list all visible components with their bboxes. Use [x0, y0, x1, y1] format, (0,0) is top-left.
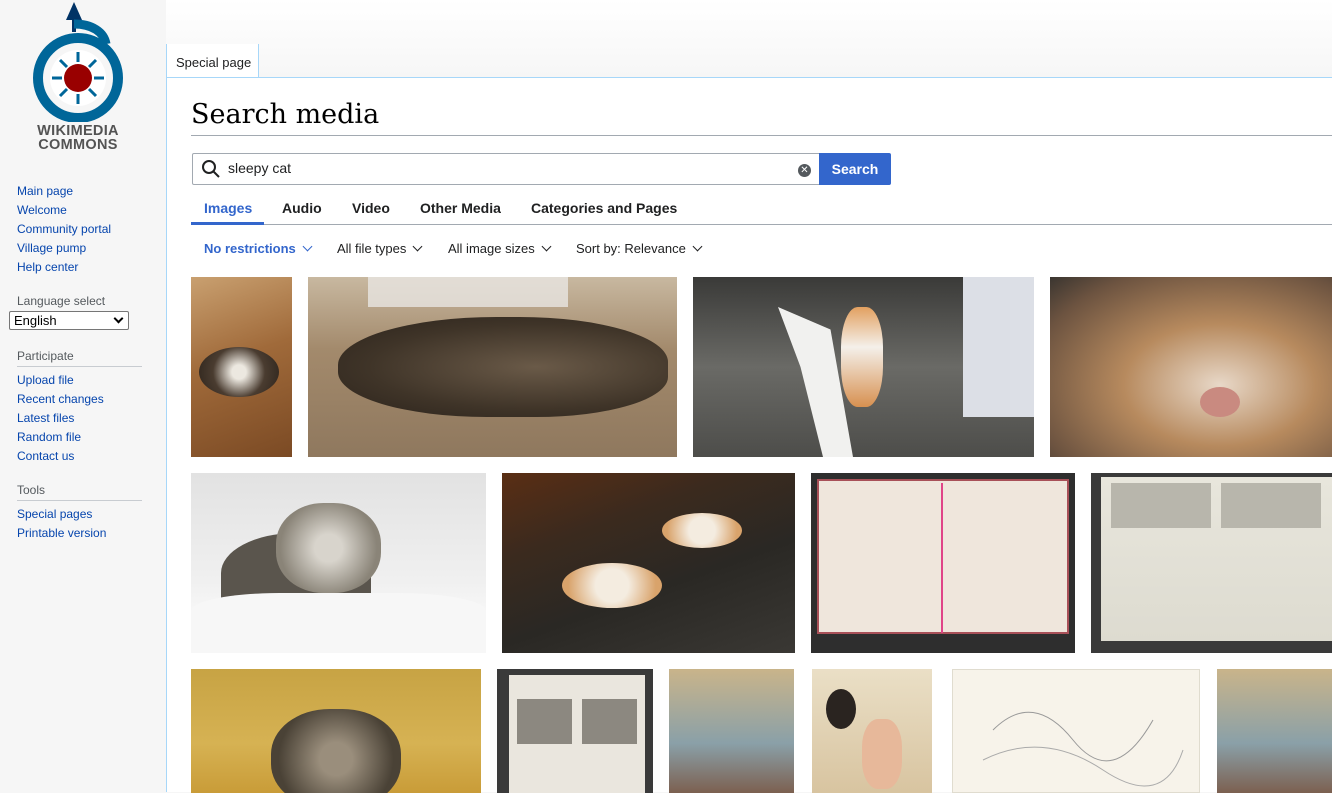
- page-tab-strip: Special page: [166, 0, 1332, 78]
- result-thumbnail[interactable]: [497, 669, 653, 793]
- filter-restrictions[interactable]: No restrictions: [204, 241, 313, 256]
- sidebar-item-welcome[interactable]: Welcome: [17, 201, 145, 220]
- sidebar-item-main-page[interactable]: Main page: [17, 182, 145, 201]
- page-title: Search media: [191, 99, 380, 130]
- tab-special-page[interactable]: Special page: [166, 44, 259, 78]
- search-input[interactable]: sleepy cat: [228, 160, 291, 176]
- main-content: Search media sleepy cat ✕ Search Images …: [166, 77, 1332, 793]
- participate-heading: Participate: [17, 349, 142, 367]
- sidebar-item-village-pump[interactable]: Village pump: [17, 239, 145, 258]
- result-thumbnail[interactable]: [952, 669, 1200, 793]
- title-divider: [191, 135, 1332, 136]
- active-tab-indicator: [191, 222, 264, 225]
- filter-file-types-label: All file types: [337, 241, 407, 256]
- chevron-down-icon: [541, 241, 552, 252]
- nav-main: Main page Welcome Community portal Villa…: [17, 182, 145, 277]
- filter-image-sizes-label: All image sizes: [448, 241, 535, 256]
- result-thumbnail[interactable]: [1217, 669, 1332, 793]
- result-thumbnail[interactable]: [502, 473, 795, 653]
- filter-file-types[interactable]: All file types: [337, 241, 423, 256]
- tab-audio[interactable]: Audio: [282, 200, 322, 216]
- result-thumbnail[interactable]: [1091, 473, 1332, 653]
- chevron-down-icon: [113, 313, 124, 324]
- nav-participate: Participate Upload file Recent changes L…: [17, 349, 145, 466]
- search-input-box[interactable]: sleepy cat ✕: [192, 153, 820, 185]
- filter-sort-label: Sort by: Relevance: [576, 241, 686, 256]
- filter-image-sizes[interactable]: All image sizes: [448, 241, 552, 256]
- chevron-down-icon: [692, 241, 703, 252]
- sketch-thumbnail-graphic: [982, 711, 1184, 787]
- search-icon: [202, 160, 220, 178]
- sidebar-item-recent-changes[interactable]: Recent changes: [17, 390, 145, 409]
- chevron-down-icon: [302, 241, 313, 252]
- filter-restrictions-label: No restrictions: [204, 241, 296, 256]
- chevron-down-icon: [412, 241, 423, 252]
- result-thumbnail[interactable]: [191, 669, 481, 793]
- tab-categories-and-pages[interactable]: Categories and Pages: [531, 200, 677, 216]
- wikimedia-commons-logo[interactable]: WIKIMEDIA COMMONS: [22, 2, 134, 154]
- result-thumbnail[interactable]: [308, 277, 677, 457]
- tools-heading: Tools: [17, 483, 142, 501]
- tab-other-media[interactable]: Other Media: [420, 200, 501, 216]
- sidebar: WIKIMEDIA COMMONS Main page Welcome Comm…: [0, 0, 166, 792]
- nav-tools: Tools Special pages Printable version: [17, 483, 145, 543]
- tab-images[interactable]: Images: [204, 200, 252, 216]
- result-thumbnail[interactable]: [669, 669, 794, 793]
- language-value: English: [14, 313, 57, 328]
- clear-icon[interactable]: ✕: [798, 164, 811, 177]
- result-thumbnail[interactable]: [191, 277, 292, 457]
- logo-line-2: COMMONS: [38, 137, 118, 153]
- media-type-tabs: Images Audio Video Other Media Categorie…: [191, 191, 1332, 225]
- search-button[interactable]: Search: [819, 153, 891, 185]
- sidebar-item-contact-us[interactable]: Contact us: [17, 447, 145, 466]
- result-thumbnail[interactable]: [693, 277, 1034, 457]
- sidebar-item-latest-files[interactable]: Latest files: [17, 409, 145, 428]
- sidebar-item-upload-file[interactable]: Upload file: [17, 371, 145, 390]
- commons-logo-icon: [33, 2, 123, 122]
- sidebar-item-help-center[interactable]: Help center: [17, 258, 145, 277]
- nav-language: Language select English: [9, 294, 137, 330]
- language-select[interactable]: English: [9, 311, 129, 330]
- result-thumbnail[interactable]: [1050, 277, 1332, 457]
- result-thumbnail[interactable]: [811, 473, 1075, 653]
- result-thumbnail[interactable]: [191, 473, 486, 653]
- filter-sort[interactable]: Sort by: Relevance: [576, 241, 703, 256]
- sidebar-item-community-portal[interactable]: Community portal: [17, 220, 145, 239]
- result-thumbnail[interactable]: [812, 669, 932, 793]
- sidebar-item-special-pages[interactable]: Special pages: [17, 505, 145, 524]
- sidebar-item-printable-version[interactable]: Printable version: [17, 524, 145, 543]
- tab-video[interactable]: Video: [352, 200, 390, 216]
- language-heading: Language select: [17, 294, 106, 308]
- logo-line-1: WIKIMEDIA: [37, 123, 119, 139]
- sidebar-item-random-file[interactable]: Random file: [17, 428, 145, 447]
